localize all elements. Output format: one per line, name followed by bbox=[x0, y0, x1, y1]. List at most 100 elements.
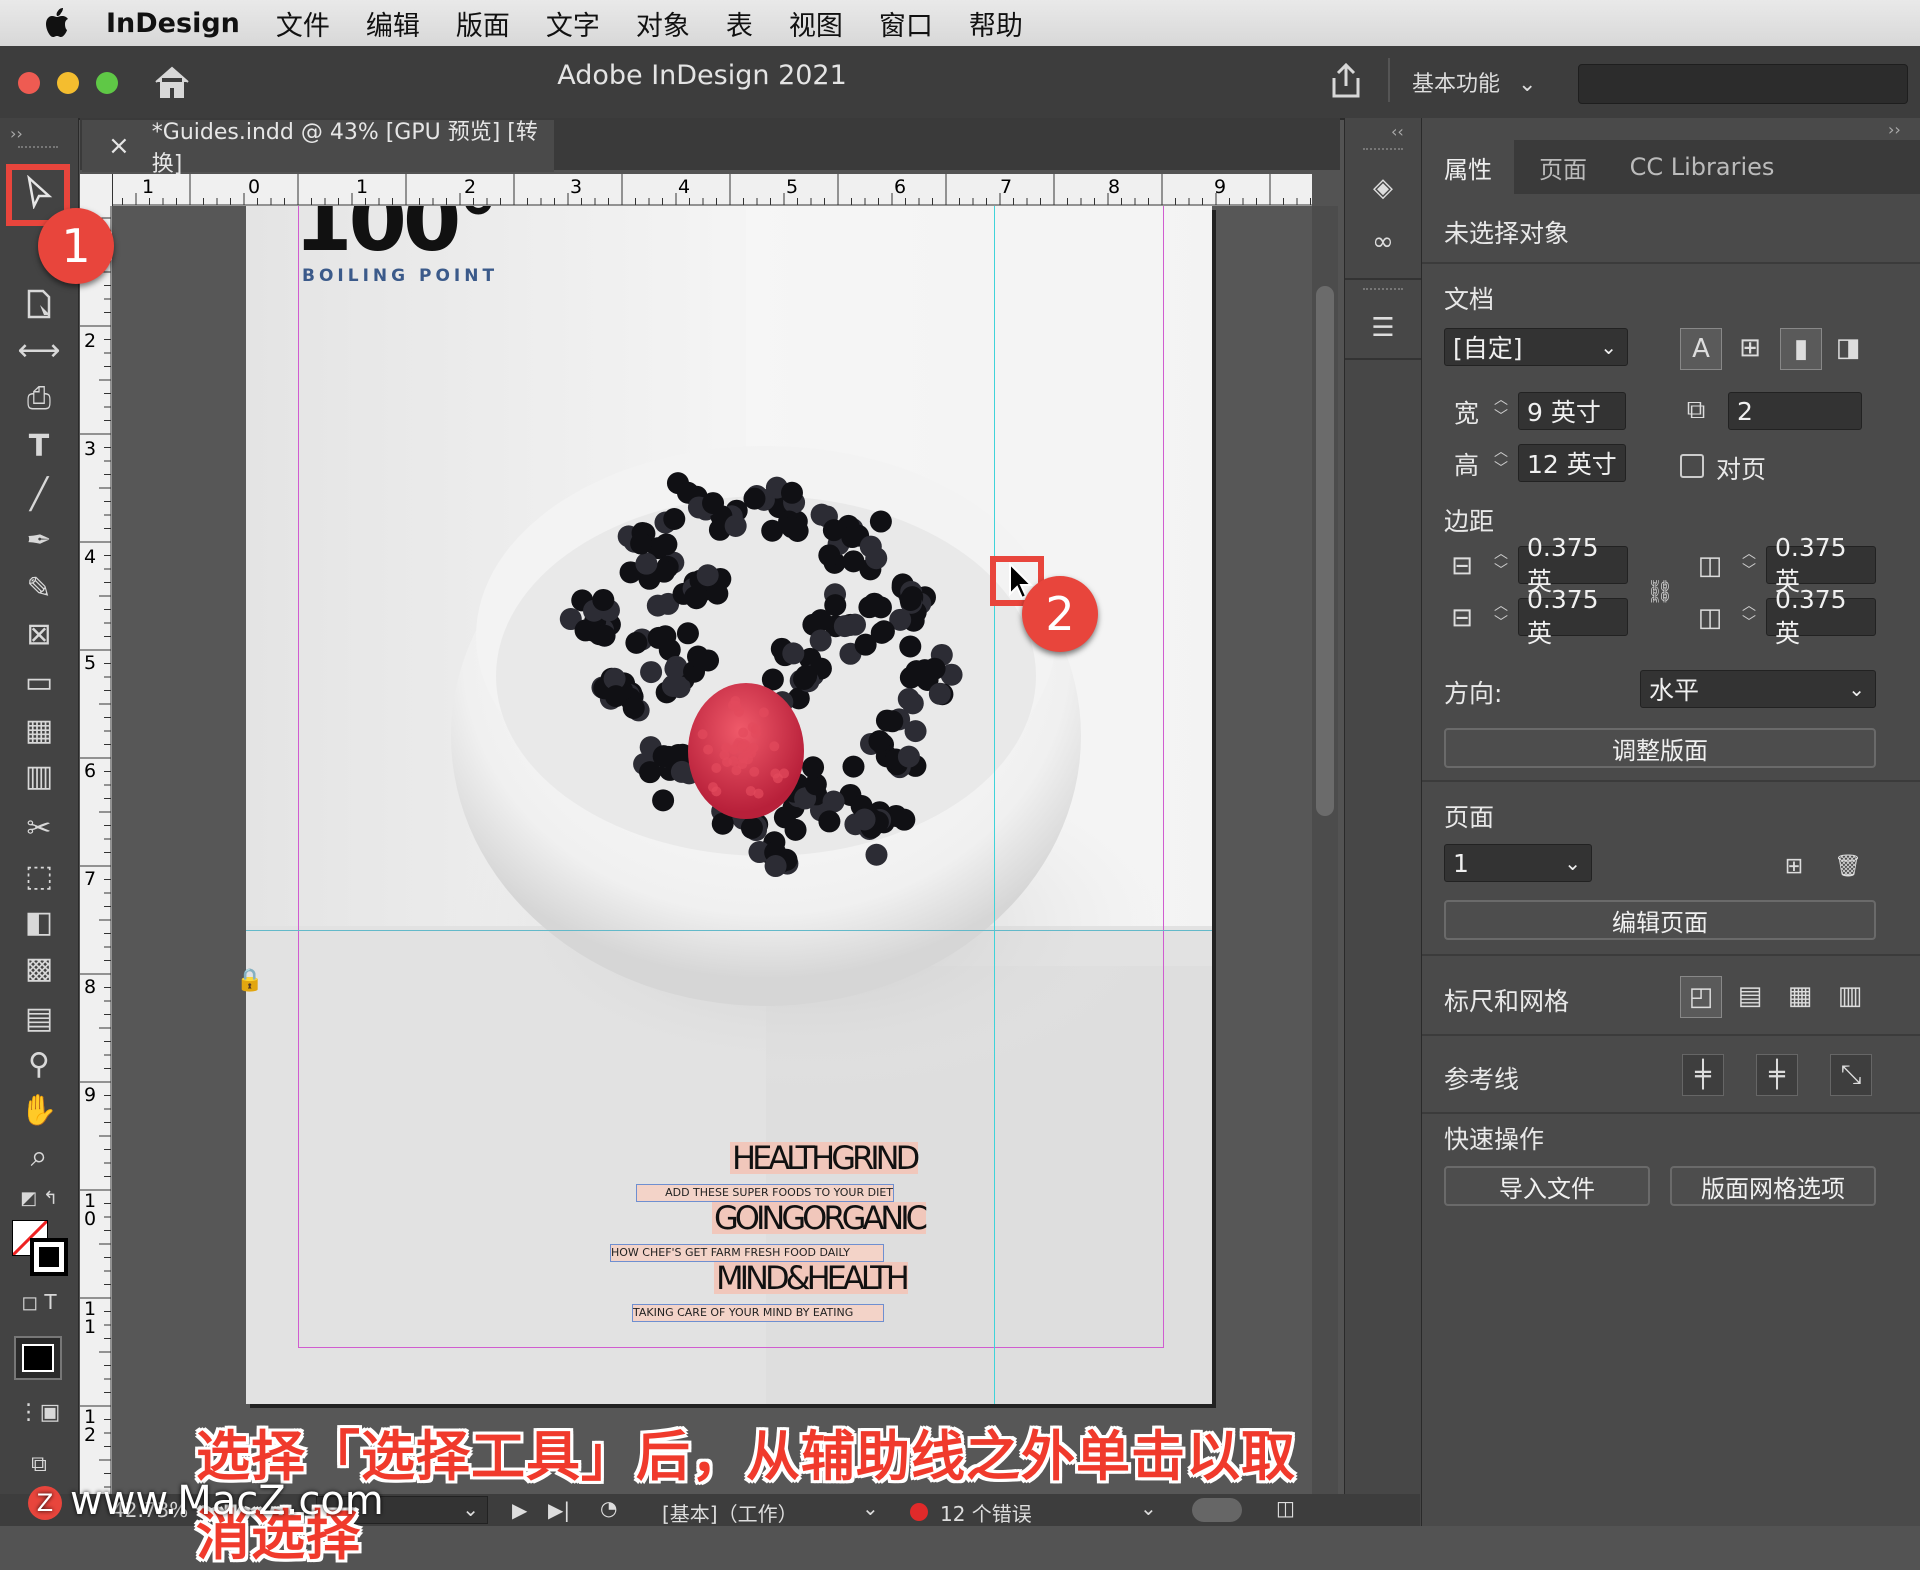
rectangle-tool-icon[interactable]: ▭ bbox=[18, 664, 60, 700]
page-tool-icon[interactable] bbox=[18, 286, 60, 322]
width-input[interactable]: 9 英寸 bbox=[1518, 392, 1626, 430]
adjust-layout-button[interactable]: 调整版面 bbox=[1444, 728, 1876, 768]
menu-layout[interactable]: 版面 bbox=[456, 4, 510, 43]
rectangle-frame-tool-icon[interactable]: ⊠ bbox=[18, 616, 60, 652]
tab-pages[interactable]: 页面 bbox=[1516, 140, 1610, 194]
masthead-number[interactable]: 100° bbox=[294, 206, 495, 270]
smart-guides-icon[interactable]: ⤡ bbox=[1830, 1054, 1872, 1096]
intent-web-icon[interactable]: ⊞ bbox=[1730, 328, 1770, 368]
menu-view[interactable]: 视图 bbox=[789, 4, 843, 43]
lock-icon[interactable]: 🔒 bbox=[236, 968, 263, 993]
width-stepper[interactable]: ︿ ﹀ bbox=[1488, 392, 1514, 430]
masthead-subtitle[interactable]: BOILING POINT bbox=[302, 266, 498, 286]
vertical-ruler[interactable]: 2 3 4 5 6 7 8 9 10 11 12 bbox=[80, 206, 112, 1502]
screen-mode-icon[interactable]: ⧉ bbox=[18, 1446, 60, 1482]
apple-icon[interactable] bbox=[38, 3, 78, 43]
grip-icon[interactable] bbox=[1363, 148, 1403, 150]
document-tab[interactable]: × *Guides.indd @ 43% [GPU 预览] [转换] bbox=[82, 120, 554, 172]
document-grid-icon[interactable]: ▦ bbox=[1780, 976, 1820, 1016]
apply-color-icon[interactable] bbox=[14, 1336, 62, 1380]
link-margins-icon[interactable]: ⛓ bbox=[1640, 572, 1680, 612]
menu-object[interactable]: 对象 bbox=[636, 4, 690, 43]
vertical-grid-tool-icon[interactable]: ▥ bbox=[18, 758, 60, 794]
menu-edit[interactable]: 编辑 bbox=[366, 4, 420, 43]
height-input[interactable]: 12 英寸 bbox=[1518, 444, 1626, 482]
grip-icon[interactable] bbox=[1363, 288, 1403, 290]
collapse-icon[interactable]: ›› bbox=[10, 124, 23, 143]
workspace-switcher[interactable]: 基本功能 ⌄ bbox=[1412, 66, 1536, 98]
baseline-grid-icon[interactable]: ▤ bbox=[1730, 976, 1770, 1016]
formatting-container-icon[interactable]: ◻ T bbox=[18, 1284, 60, 1320]
pencil-tool-icon[interactable]: ✎ bbox=[18, 570, 60, 606]
vertical-scrollbar[interactable] bbox=[1312, 206, 1338, 1502]
horizontal-guide[interactable] bbox=[246, 930, 1212, 931]
text-wrap-icon[interactable]: ☰ bbox=[1363, 308, 1403, 348]
scissors-tool-icon[interactable]: ✂ bbox=[18, 810, 60, 846]
ruler-origin[interactable] bbox=[80, 174, 113, 207]
page-select[interactable]: 1 ⌄ bbox=[1444, 844, 1592, 882]
pages-count-input[interactable]: 2 bbox=[1728, 392, 1862, 430]
swap-fill-stroke-icon[interactable]: ◩ ↰ bbox=[18, 1180, 60, 1216]
share-icon[interactable] bbox=[1328, 62, 1364, 100]
document-preset-select[interactable]: [自定] ⌄ bbox=[1444, 328, 1628, 366]
free-transform-tool-icon[interactable]: ⬚ bbox=[18, 858, 60, 894]
trash-icon[interactable]: 🗑 bbox=[1828, 846, 1868, 886]
add-page-icon[interactable]: ⊞ bbox=[1774, 846, 1814, 886]
height-stepper[interactable]: ︿ ﹀ bbox=[1488, 444, 1514, 482]
links-icon[interactable]: ∞ bbox=[1363, 222, 1403, 262]
headline-1[interactable]: HEALTHGRIND bbox=[730, 1142, 918, 1174]
menu-window[interactable]: 窗口 bbox=[879, 4, 933, 43]
margin-bottom-stepper[interactable]: ︿ ﹀ bbox=[1488, 598, 1514, 636]
menu-file[interactable]: 文件 bbox=[276, 4, 330, 43]
layout-grid-options-button[interactable]: 版面网格选项 bbox=[1670, 1166, 1876, 1206]
collapse-icon[interactable]: ‹‹ bbox=[1391, 122, 1404, 141]
layers-icon[interactable]: ◈ bbox=[1363, 168, 1403, 208]
horizontal-ruler[interactable]: 1 0 1 2 3 4 5 6 7 8 9 bbox=[80, 174, 1312, 206]
headline-2[interactable]: GOINGORGANIC bbox=[712, 1202, 926, 1234]
orientation-select[interactable]: 水平 ⌄ bbox=[1640, 670, 1876, 708]
edit-page-button[interactable]: 编辑页面 bbox=[1444, 900, 1876, 940]
tab-properties[interactable]: 属性 bbox=[1422, 140, 1514, 194]
margin-left-stepper[interactable]: ︿ ﹀ bbox=[1736, 546, 1762, 584]
subhead-3[interactable]: TAKING CARE OF YOUR MIND BY EATING bbox=[632, 1304, 884, 1322]
pen-tool-icon[interactable]: ✒ bbox=[18, 522, 60, 558]
type-tool-icon[interactable]: T bbox=[18, 428, 60, 464]
collapse-icon[interactable]: ›› bbox=[1888, 120, 1901, 139]
menu-table[interactable]: 表 bbox=[726, 4, 753, 43]
zoom-tool-icon[interactable]: ⌕ bbox=[18, 1138, 60, 1174]
gap-tool-icon[interactable]: ⟷ bbox=[18, 332, 60, 368]
stroke-swatch[interactable] bbox=[30, 1238, 68, 1276]
ruler-toggle-icon[interactable]: ◰ bbox=[1680, 976, 1722, 1018]
menu-help[interactable]: 帮助 bbox=[969, 4, 1023, 43]
margin-left-input[interactable]: 0.375 英 bbox=[1766, 546, 1876, 584]
intent-print-icon[interactable]: A bbox=[1680, 328, 1722, 370]
headline-3[interactable]: MIND&HEALTH bbox=[714, 1262, 908, 1294]
grip-icon[interactable] bbox=[18, 146, 58, 152]
tab-cc-libraries[interactable]: CC Libraries bbox=[1612, 140, 1792, 194]
margin-top-stepper[interactable]: ︿ ﹀ bbox=[1488, 546, 1514, 584]
margin-right-stepper[interactable]: ︿ ﹀ bbox=[1736, 598, 1762, 636]
gradient-swatch-tool-icon[interactable]: ◧ bbox=[18, 904, 60, 940]
close-tab-icon[interactable]: × bbox=[108, 131, 130, 161]
layout-grid-icon[interactable]: ▥ bbox=[1830, 976, 1870, 1016]
import-file-button[interactable]: 导入文件 bbox=[1444, 1166, 1650, 1206]
document-page[interactable]: 100° BOILING POINT HEALTHGRIND ADD THESE… bbox=[246, 206, 1212, 1404]
margin-top-input[interactable]: 0.375 英 bbox=[1518, 546, 1628, 584]
eyedropper-tool-icon[interactable]: ⚲ bbox=[18, 1046, 60, 1082]
grid-tool-icon[interactable]: ▦ bbox=[18, 712, 60, 748]
facing-pages-checkbox[interactable] bbox=[1680, 454, 1704, 478]
vertical-guide[interactable] bbox=[994, 206, 995, 1404]
hand-tool-icon[interactable]: ✋ bbox=[18, 1092, 60, 1128]
margin-right-input[interactable]: 0.375 英 bbox=[1766, 598, 1876, 636]
lock-guides-icon[interactable]: ╪ bbox=[1756, 1054, 1798, 1096]
landscape-orientation-icon[interactable]: ◨ bbox=[1828, 328, 1868, 368]
margin-bottom-input[interactable]: 0.375 英 bbox=[1518, 598, 1628, 636]
portrait-orientation-icon[interactable]: ▮ bbox=[1780, 328, 1822, 370]
apply-none-icon[interactable]: ⋮▣ bbox=[18, 1394, 60, 1430]
content-collector-icon[interactable]: ⎙ bbox=[18, 380, 60, 416]
menu-type[interactable]: 文字 bbox=[546, 4, 600, 43]
scrollbar-thumb[interactable] bbox=[1316, 286, 1334, 816]
note-tool-icon[interactable]: ▤ bbox=[18, 1000, 60, 1036]
line-tool-icon[interactable]: ╱ bbox=[18, 476, 60, 512]
menu-indesign[interactable]: InDesign bbox=[106, 8, 240, 39]
